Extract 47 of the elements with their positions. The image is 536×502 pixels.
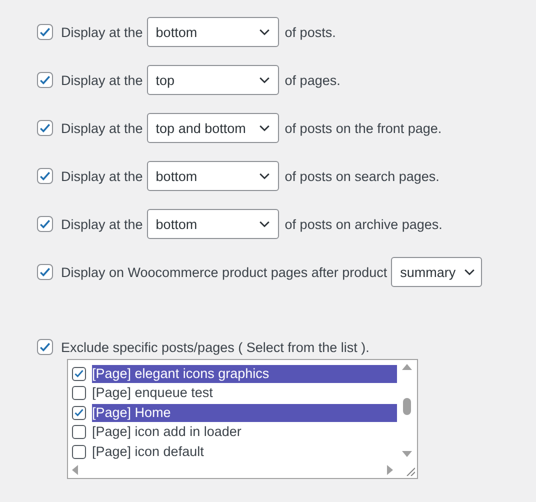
checkbox[interactable]	[72, 444, 86, 459]
chevron-icon	[258, 220, 270, 228]
chevron-icon	[258, 28, 270, 36]
chevron-icon	[258, 172, 270, 180]
option-label: Display at the	[61, 168, 143, 184]
scroll-up-icon[interactable]	[402, 364, 412, 370]
scroll-left-icon[interactable]	[72, 464, 78, 474]
option-suffix: of posts.	[284, 24, 336, 40]
checkbox[interactable]	[37, 216, 53, 232]
option-suffix: of posts on the front page.	[284, 120, 442, 136]
chevron-icon	[464, 268, 476, 276]
scrollbar-thumb[interactable]	[403, 398, 411, 415]
list-item[interactable]: [Page] icon default	[92, 442, 397, 461]
list-item[interactable]: [Page] Home	[92, 404, 397, 422]
option-suffix: of posts on search pages.	[284, 168, 440, 184]
position-select[interactable]: top and bottom	[146, 113, 279, 143]
checkbox[interactable]	[37, 120, 53, 136]
checkbox[interactable]	[37, 72, 53, 88]
checkbox[interactable]	[37, 24, 53, 40]
checkbox[interactable]	[72, 386, 86, 400]
position-select[interactable]: bottom	[146, 161, 279, 191]
option-label: Exclude specific posts/pages ( Select from the list ).	[61, 340, 370, 354]
position-select[interactable]: top	[146, 65, 279, 95]
list-item[interactable]: [Page] enqueue test	[92, 384, 397, 402]
option-suffix: of posts on archive pages.	[284, 216, 442, 232]
resize-grip-icon[interactable]	[405, 466, 415, 476]
checkbox[interactable]	[37, 264, 53, 280]
checkbox[interactable]	[37, 339, 53, 355]
checkbox[interactable]	[72, 366, 86, 381]
option-label: Display at the	[61, 72, 143, 88]
chevron-icon	[258, 124, 270, 132]
option-label: Display at the	[61, 24, 143, 40]
position-select[interactable]: bottom	[146, 17, 279, 47]
scroll-right-icon[interactable]	[387, 464, 393, 474]
option-label: Display at the	[61, 216, 143, 232]
position-select[interactable]: bottom	[146, 209, 279, 239]
checkbox[interactable]	[72, 406, 86, 420]
checkbox[interactable]	[37, 168, 53, 184]
position-select[interactable]: summary	[391, 257, 482, 287]
checkbox[interactable]	[72, 425, 86, 440]
list-item[interactable]: [Page] elegant icons graphics	[92, 364, 397, 383]
list-item[interactable]: [Page] icon add in loader	[92, 423, 397, 442]
option-label: Display on Woocommerce product pages after product	[61, 264, 388, 280]
option-label: Display at the	[61, 120, 143, 136]
scroll-down-icon[interactable]	[402, 451, 412, 457]
chevron-icon	[258, 76, 270, 84]
option-suffix: of pages.	[284, 72, 340, 88]
